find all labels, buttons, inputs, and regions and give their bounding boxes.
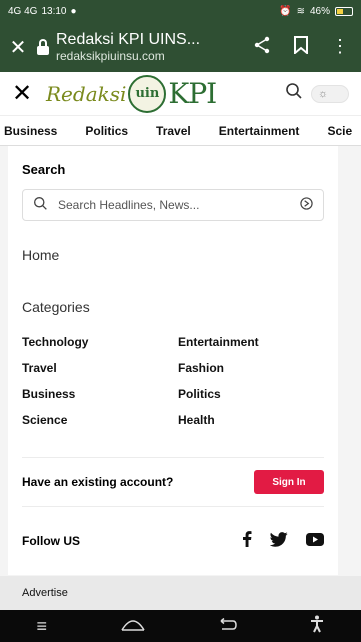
account-question: Have an existing account? bbox=[22, 475, 174, 489]
battery-percent: 46% bbox=[309, 5, 330, 17]
site-logo[interactable]: Redaksi uin KPI bbox=[46, 74, 217, 113]
category-fashion[interactable]: Fashion bbox=[178, 361, 328, 375]
home-icon[interactable] bbox=[120, 616, 146, 637]
search-heading: Search bbox=[22, 162, 66, 177]
page-url: redaksikpiuinsu.com bbox=[56, 49, 165, 63]
close-menu-icon[interactable]: ✕ bbox=[12, 79, 46, 108]
nav-item-science[interactable]: Scie bbox=[327, 124, 352, 138]
category-entertainment[interactable]: Entertainment bbox=[178, 335, 328, 349]
back-icon[interactable] bbox=[219, 616, 238, 637]
logo-script-text: Redaksi bbox=[46, 81, 127, 106]
menu-icon[interactable]: ≡ bbox=[37, 616, 48, 637]
site-header: ✕ Redaksi uin KPI ☼ bbox=[0, 72, 361, 116]
category-politics[interactable]: Politics bbox=[178, 387, 328, 401]
more-options-icon[interactable]: ⋮ bbox=[331, 36, 349, 59]
wifi-icon: ≋ bbox=[296, 5, 305, 17]
category-science[interactable]: Science bbox=[22, 413, 178, 427]
page-title: Redaksi KPI UINS... bbox=[56, 31, 201, 48]
go-arrow-icon[interactable] bbox=[300, 197, 313, 213]
follow-label: Follow US bbox=[22, 533, 80, 548]
close-tab-icon[interactable]: ✕ bbox=[0, 35, 36, 60]
nav-item-business[interactable]: Business bbox=[4, 124, 57, 138]
browser-toolbar: ✕ Redaksi KPI UINS... redaksikpiuinsu.co… bbox=[0, 22, 361, 72]
advertise-bar: Advertise bbox=[0, 576, 361, 610]
advertise-label[interactable]: Advertise bbox=[22, 587, 68, 599]
category-business[interactable]: Business bbox=[22, 387, 178, 401]
account-row: Have an existing account? Sign In bbox=[22, 470, 324, 494]
theme-toggle[interactable]: ☼ bbox=[311, 84, 349, 103]
follow-row: Follow US bbox=[22, 531, 324, 550]
side-menu: Search Search Headlines, News... Home Ca… bbox=[8, 146, 338, 575]
nav-item-travel[interactable]: Travel bbox=[156, 124, 191, 138]
clock: 13:10 bbox=[41, 5, 67, 17]
category-travel[interactable]: Travel bbox=[22, 361, 178, 375]
nav-item-entertainment[interactable]: Entertainment bbox=[219, 124, 300, 138]
share-icon[interactable] bbox=[253, 36, 271, 59]
alarm-icon: ⏰ bbox=[279, 5, 292, 17]
logo-seal: uin bbox=[128, 74, 167, 113]
search-input[interactable]: Search Headlines, News... bbox=[22, 189, 324, 221]
sync-icon: ● bbox=[70, 5, 77, 17]
battery-icon bbox=[335, 6, 353, 16]
divider bbox=[22, 506, 324, 507]
twitter-icon[interactable] bbox=[269, 531, 288, 550]
sign-in-button[interactable]: Sign In bbox=[254, 470, 324, 494]
categories-grid: Technology Entertainment Travel Fashion … bbox=[22, 335, 324, 427]
lock-icon[interactable] bbox=[36, 39, 50, 55]
categories-heading: Categories bbox=[22, 299, 90, 315]
logo-kpi-text: KPI bbox=[168, 77, 217, 110]
search-input-icon bbox=[33, 196, 48, 214]
category-technology[interactable]: Technology bbox=[22, 335, 178, 349]
category-health[interactable]: Health bbox=[178, 413, 328, 427]
facebook-icon[interactable] bbox=[242, 531, 252, 550]
divider bbox=[22, 457, 324, 458]
signal-indicator: 4G 4G bbox=[8, 5, 38, 17]
status-bar: 4G 4G 13:10 ● ⏰ ≋ 46% bbox=[0, 0, 361, 22]
browser-title-area[interactable]: Redaksi KPI UINS... redaksikpiuinsu.com bbox=[56, 31, 253, 63]
youtube-icon[interactable] bbox=[306, 532, 324, 549]
search-icon[interactable] bbox=[285, 82, 303, 105]
bookmark-icon[interactable] bbox=[293, 35, 309, 59]
sun-icon: ☼ bbox=[318, 87, 329, 100]
category-nav: Business Politics Travel Entertainment S… bbox=[0, 116, 361, 146]
accessibility-icon[interactable] bbox=[310, 615, 324, 638]
nav-item-politics[interactable]: Politics bbox=[85, 124, 128, 138]
search-placeholder: Search Headlines, News... bbox=[58, 198, 200, 212]
system-nav-bar: ≡ bbox=[0, 610, 361, 642]
menu-home-link[interactable]: Home bbox=[22, 247, 324, 263]
